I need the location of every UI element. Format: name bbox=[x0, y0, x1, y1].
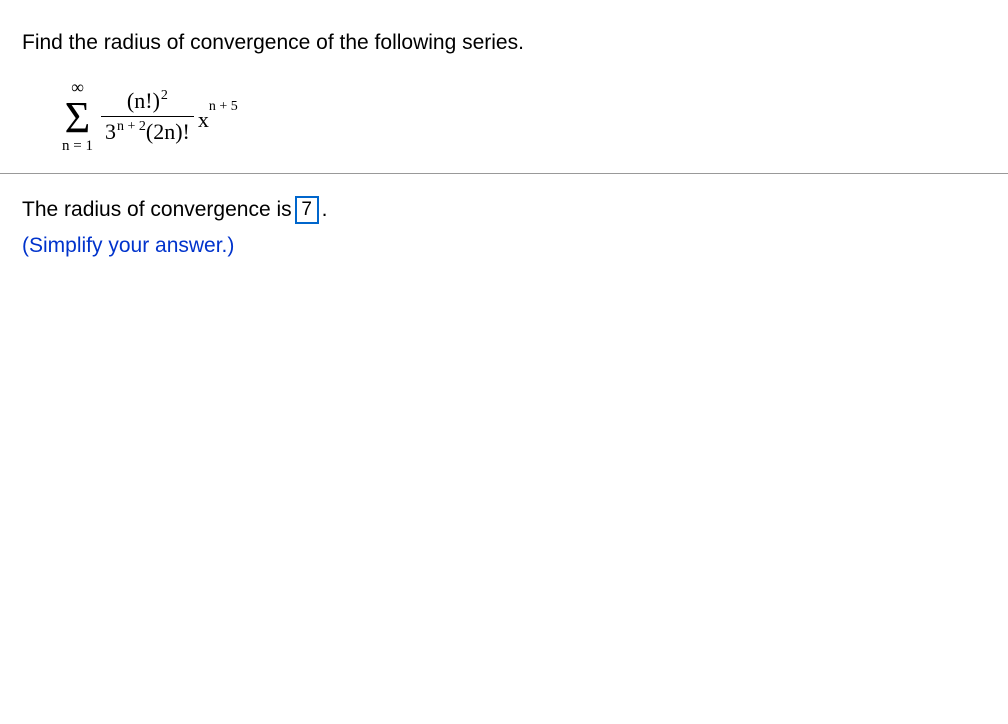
denom-base1: 3 bbox=[105, 119, 116, 145]
denom-rest: (2n)! bbox=[146, 119, 190, 145]
fraction: (n!)2 3n + 2(2n)! bbox=[101, 88, 194, 145]
x-exponent: n + 5 bbox=[209, 99, 238, 115]
answer-hint: (Simplify your answer.) bbox=[22, 228, 986, 264]
numerator-base: (n!) bbox=[127, 88, 160, 114]
numerator: (n!)2 bbox=[121, 88, 174, 116]
denom-exp1: n + 2 bbox=[117, 119, 146, 135]
answer-section: The radius of convergence is . (Simplify… bbox=[22, 192, 986, 263]
section-divider bbox=[0, 173, 1008, 174]
x-base: x bbox=[198, 107, 209, 133]
sigma-block: ∞ Σ n = 1 bbox=[62, 77, 93, 155]
series-formula: ∞ Σ n = 1 (n!)2 3n + 2(2n)! xn + 5 bbox=[62, 77, 986, 155]
sigma-symbol: Σ bbox=[65, 98, 91, 138]
numerator-exponent: 2 bbox=[161, 88, 168, 104]
answer-line: The radius of convergence is . bbox=[22, 192, 986, 228]
sigma-lower-limit: n = 1 bbox=[62, 138, 93, 155]
answer-input[interactable] bbox=[295, 196, 319, 224]
denominator: 3n + 2(2n)! bbox=[101, 117, 194, 145]
answer-prefix: The radius of convergence is bbox=[22, 192, 292, 228]
answer-suffix: . bbox=[322, 192, 328, 228]
x-term: xn + 5 bbox=[198, 99, 238, 133]
question-text: Find the radius of convergence of the fo… bbox=[22, 28, 986, 57]
